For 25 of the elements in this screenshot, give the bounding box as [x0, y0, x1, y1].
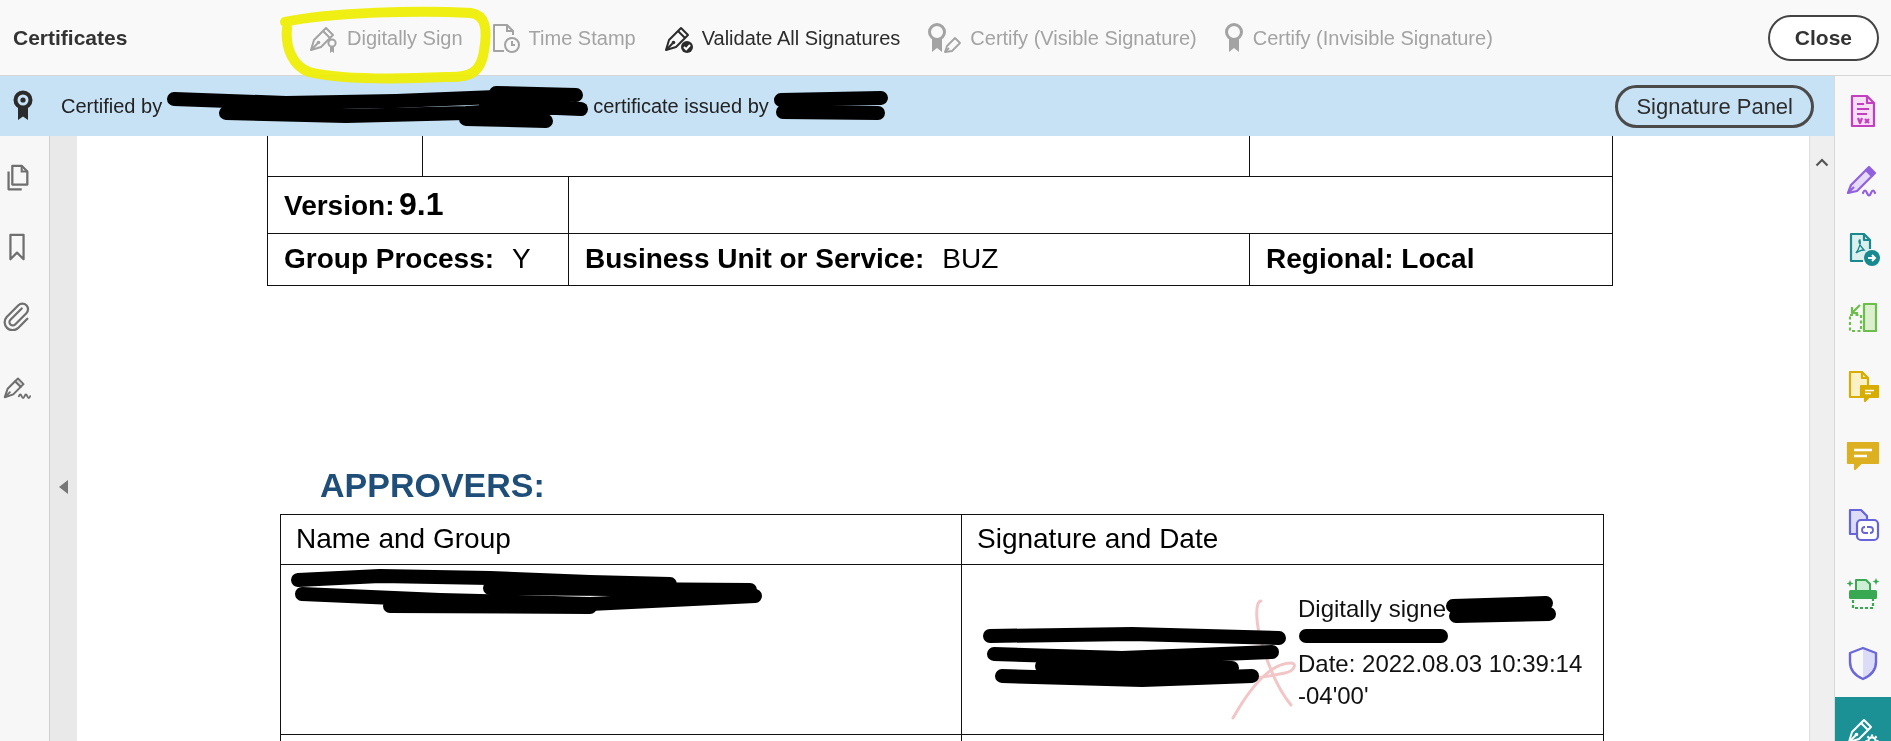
toolbar-button[interactable]: Validate All Signatures	[661, 17, 901, 58]
ribbon-icon	[12, 90, 34, 122]
signature-text: Digitally signe	[1298, 593, 1447, 624]
close-button[interactable]: Close	[1767, 14, 1879, 61]
paperclip-icon[interactable]	[2, 301, 32, 331]
signature-text: -04'00'	[1298, 680, 1369, 711]
field-value: Y	[512, 242, 531, 274]
banner-text: certificate issued by	[593, 94, 769, 119]
signature-text: Date: 2022.08.03 10:39:14	[1298, 648, 1583, 679]
ribbon-icon	[1222, 21, 1245, 54]
ribbon-pen-icon	[926, 21, 963, 54]
panel-title: Certificates	[12, 24, 129, 51]
field-label: Group Process:	[284, 242, 495, 274]
field-value: BUZ	[942, 242, 999, 274]
section-heading: APPROVERS:	[320, 464, 546, 505]
column-header: Name and Group	[296, 522, 511, 554]
field-text: Regional: Local	[1266, 242, 1475, 274]
field-label: Business Unit or Service:	[585, 242, 925, 274]
banner-text: Certified by	[61, 94, 163, 119]
scroll-up-icon[interactable]	[1815, 158, 1829, 167]
column-header: Signature and Date	[977, 522, 1219, 554]
signature-panel-button[interactable]: Signature Panel	[1615, 84, 1814, 128]
collapse-arrow-icon[interactable]	[59, 480, 68, 494]
field-label: Version:	[284, 190, 395, 222]
field-value: 9.1	[398, 186, 444, 223]
